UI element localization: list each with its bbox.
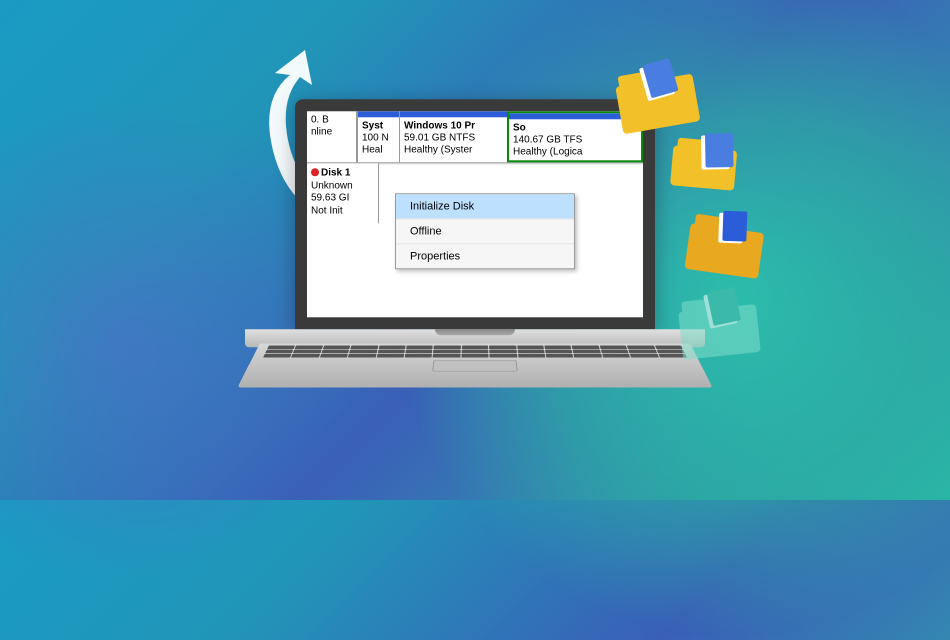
menu-initialize-disk[interactable]: Initialize Disk bbox=[396, 194, 574, 219]
folder-icon bbox=[677, 294, 761, 360]
folder-icon bbox=[684, 213, 765, 279]
disk-1-size: 59.63 GI bbox=[311, 192, 374, 205]
partition-size: 59.01 GB NTFS bbox=[404, 132, 503, 144]
partition-title: So bbox=[513, 122, 637, 134]
menu-properties[interactable]: Properties bbox=[396, 244, 574, 268]
laptop-keyboard bbox=[237, 343, 712, 387]
laptop-illustration: 0. B nline Syst 100 N Heal Windows 10 Pr… bbox=[245, 99, 705, 413]
folder-icon bbox=[670, 137, 738, 190]
partition-status: Healthy (Syster bbox=[404, 144, 503, 156]
partition-size: 100 N bbox=[362, 132, 395, 144]
partition-size: 140.67 GB TFS bbox=[513, 134, 637, 146]
disk-management-window: 0. B nline Syst 100 N Heal Windows 10 Pr… bbox=[307, 111, 643, 317]
disk-1-name: Disk 1 bbox=[321, 167, 350, 178]
disk-1-status: Not Init bbox=[311, 205, 374, 218]
disk-0-size: 0. B bbox=[311, 114, 352, 126]
disk-0-info: 0. B nline bbox=[307, 111, 357, 162]
context-menu: Initialize Disk Offline Properties bbox=[395, 193, 575, 269]
partition-title: Syst bbox=[362, 120, 395, 132]
partition-system[interactable]: Syst 100 N Heal bbox=[357, 111, 399, 162]
disk-0-status: nline bbox=[311, 126, 352, 138]
partition-title: Windows 10 Pr bbox=[404, 120, 503, 132]
menu-offline[interactable]: Offline bbox=[396, 219, 574, 244]
partition-status: Healthy (Logica bbox=[513, 146, 637, 158]
partition-windows[interactable]: Windows 10 Pr 59.01 GB NTFS Healthy (Sys… bbox=[399, 111, 507, 162]
disk-1-info: Disk 1 Unknown 59.63 GI Not Init bbox=[307, 163, 379, 223]
disk-0-row: 0. B nline Syst 100 N Heal Windows 10 Pr… bbox=[307, 111, 643, 163]
disk-1-type: Unknown bbox=[311, 180, 374, 193]
partition-status: Heal bbox=[362, 144, 395, 156]
